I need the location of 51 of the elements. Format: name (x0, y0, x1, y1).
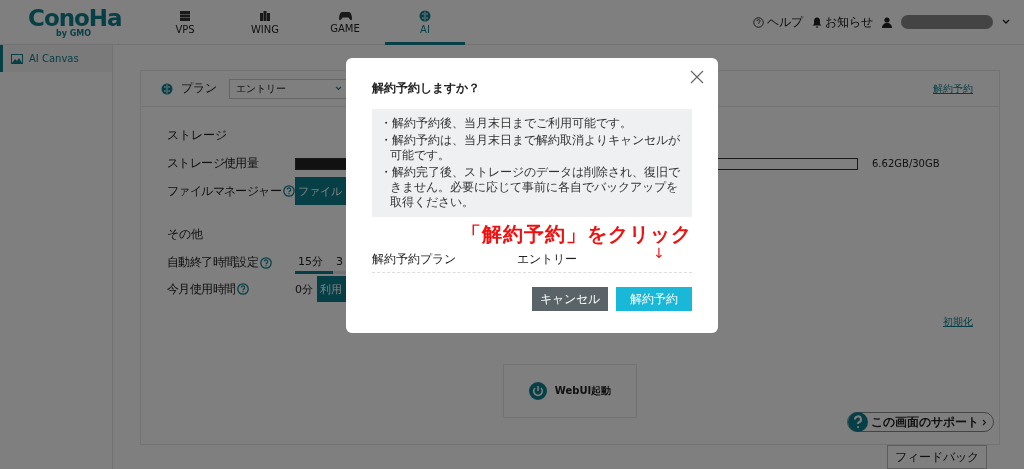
plan-label: 解約予約プラン (372, 251, 457, 268)
help-icon[interactable] (237, 283, 250, 295)
help-link[interactable]: ヘルプ (753, 13, 803, 31)
note-text: ・解約予約後、当月末日までご利用可能です。 (380, 116, 633, 131)
user-icon[interactable] (882, 16, 892, 28)
image-icon (11, 53, 23, 64)
storage-reading: 6.62GB/30GB (872, 158, 940, 169)
nav-tab[interactable]: WING (225, 0, 305, 45)
note-text: ・解約完了後、ストレージのデータは削除され、復旧できません。必要に応じて事前に各自でバックアップを取得ください。 (380, 165, 681, 210)
nav-tab[interactable]: VPS (145, 0, 225, 45)
support-button[interactable]: この画面のサポート (847, 412, 994, 432)
feedback-button[interactable]: フィードバック (887, 445, 987, 469)
logo[interactable]: ConoHa by GMO (0, 6, 145, 38)
server-icon (179, 9, 191, 22)
file-manager-label: ファイルマネージャー (167, 182, 281, 200)
reset-link[interactable]: 初期化 (943, 314, 973, 329)
nav-tab[interactable]: AI (385, 0, 465, 45)
gamepad-icon (338, 10, 352, 21)
note-text: ・解約予約は、当月末日まで解約取消よりキャンセルが可能です。 (380, 133, 681, 163)
chevron-down-icon[interactable] (1002, 19, 1010, 25)
help-icon[interactable] (283, 185, 295, 197)
usage-time-value: 0分 (295, 281, 314, 297)
nav-tab[interactable]: GAME (305, 0, 385, 45)
annotation-text: 「解約予約」をクリック (461, 220, 692, 247)
plan-value: エントリー (517, 251, 577, 268)
section-title: ストレージ (167, 127, 227, 144)
power-icon (528, 382, 547, 400)
time-tab[interactable]: 15分 (295, 251, 333, 274)
brain-icon (419, 9, 431, 22)
question-icon (848, 412, 868, 432)
cancel-button[interactable]: キャンセル (532, 287, 608, 311)
auto-stop-label: 自動終了時間設定 (167, 254, 259, 271)
sidebar-item[interactable]: AI Canvas (0, 45, 112, 72)
section-title: その他 (167, 226, 203, 243)
help-icon[interactable] (260, 256, 273, 269)
webui-launch-button[interactable]: WebUI起動 (503, 364, 637, 418)
plan-select[interactable]: エントリー (229, 78, 349, 99)
question-icon (753, 16, 764, 28)
usage-time-label: 今月使用時間 (167, 280, 236, 298)
annotation-arrow: ↓ (653, 245, 665, 261)
dialog-title: 解約予約しますか？ (372, 80, 480, 97)
building-icon (259, 9, 271, 22)
close-icon[interactable] (690, 70, 704, 84)
bell-icon (812, 16, 822, 28)
plan-label: プラン (181, 80, 217, 97)
cancel-link[interactable]: 解約予約 (933, 81, 973, 96)
brain-icon (161, 82, 173, 95)
storage-usage-label: ストレージ使用量 (167, 155, 259, 172)
chevron-right-icon (982, 418, 987, 426)
chevron-down-icon (335, 86, 342, 91)
notifications-link[interactable]: お知らせ (812, 13, 873, 31)
